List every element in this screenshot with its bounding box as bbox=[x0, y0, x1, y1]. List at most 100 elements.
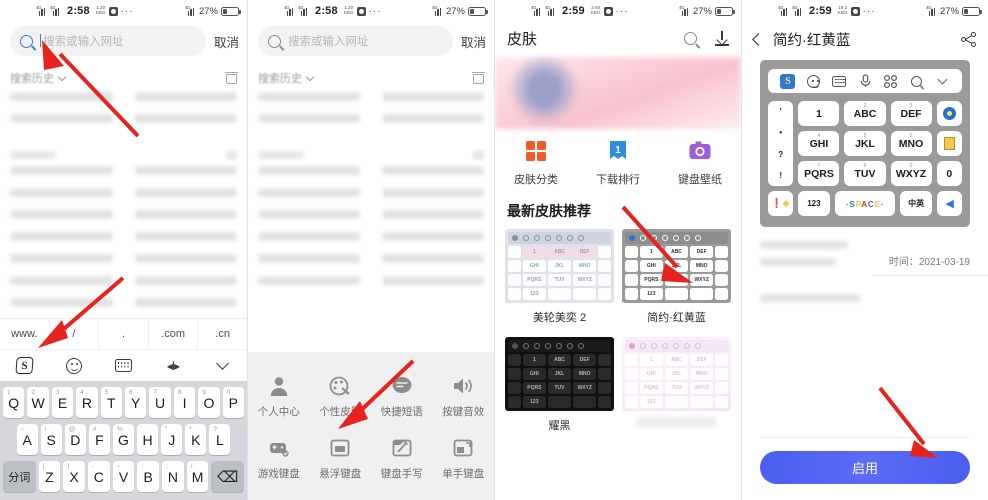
key-Y[interactable]: 6Y bbox=[125, 387, 147, 418]
back-chevron-icon[interactable] bbox=[752, 33, 765, 46]
skin-card[interactable]: 1 GHI PQRS 123 ABC JKL TUV DEF MNO WXYZ 耀黑 bbox=[505, 337, 614, 437]
history-row[interactable] bbox=[10, 276, 237, 285]
sogou-logo-icon[interactable]: S bbox=[0, 357, 49, 374]
history-row[interactable] bbox=[10, 188, 237, 197]
history-row[interactable] bbox=[10, 166, 237, 175]
signal-icon-2: 4G bbox=[792, 5, 803, 16]
menu-item-key-sound[interactable]: 按键音效 bbox=[433, 366, 495, 428]
download-icon[interactable] bbox=[715, 31, 729, 46]
key-V[interactable]: ~ V bbox=[112, 461, 135, 492]
key-T[interactable]: 5T bbox=[100, 387, 122, 418]
preview-key-ABC: 2 ABC bbox=[844, 101, 886, 126]
menu-item-one-hand-keyboard[interactable]: 单手键盘 bbox=[433, 428, 495, 490]
key-O[interactable]: 9O bbox=[198, 387, 220, 418]
key-G[interactable]: % G bbox=[112, 424, 135, 455]
key-X[interactable]: ) X bbox=[63, 461, 85, 492]
menu-item-handwriting[interactable]: 键盘手写 bbox=[371, 428, 433, 490]
url-shortcut[interactable]: .com bbox=[149, 319, 199, 349]
cancel-button[interactable]: 取消 bbox=[461, 32, 486, 51]
skin-name: 耀黑 bbox=[548, 420, 571, 432]
history-row[interactable] bbox=[258, 232, 484, 241]
preview-key-1: 1 bbox=[798, 101, 840, 126]
key-A[interactable]: ~ A bbox=[16, 424, 38, 455]
history-row[interactable] bbox=[258, 254, 484, 263]
emoji-icon[interactable] bbox=[49, 357, 98, 374]
skin-card[interactable]: 1 GHI PQRS 123 ABC JKL TUV DEF MNO WXYZ 美轮美奕 2 bbox=[505, 229, 614, 329]
history-row[interactable] bbox=[10, 210, 237, 219]
key-C[interactable]: -C bbox=[87, 461, 110, 492]
chevron-down-icon[interactable] bbox=[57, 72, 67, 81]
chevron-down-icon[interactable] bbox=[198, 357, 247, 372]
wifi-icon: 4G bbox=[432, 5, 443, 16]
category-skin-classification[interactable]: 皮肤分类 bbox=[495, 139, 577, 187]
enable-button[interactable]: 启用 bbox=[760, 451, 970, 484]
search-input[interactable]: 搜索或输入网址 bbox=[10, 26, 206, 56]
key-L[interactable]: ? L bbox=[209, 424, 231, 455]
search-icon[interactable] bbox=[684, 32, 697, 45]
key-Q[interactable]: 1Q bbox=[2, 387, 25, 418]
menu-item-game-keyboard[interactable]: 游戏键盘 bbox=[248, 428, 310, 490]
key-N[interactable]: ; N bbox=[162, 461, 184, 492]
key-M[interactable]: / M bbox=[186, 461, 209, 492]
promo-banner[interactable] bbox=[495, 57, 741, 129]
url-shortcut[interactable]: / bbox=[50, 319, 100, 349]
key-U[interactable]: 7U bbox=[149, 387, 171, 418]
mini-key bbox=[715, 260, 729, 272]
search-bar: 搜索或输入网址 取消 bbox=[248, 22, 494, 66]
menu-item-quick-phrase[interactable]: 快捷短语 bbox=[371, 366, 433, 428]
url-shortcut[interactable]: . bbox=[99, 319, 149, 349]
history-row[interactable] bbox=[10, 254, 237, 263]
history-row[interactable] bbox=[258, 166, 484, 175]
share-icon[interactable] bbox=[961, 32, 976, 47]
skin-card[interactable]: 1 GHI PQRS 123 ABC JKL TUV DEF MNO WXYZ bbox=[622, 337, 731, 437]
search-input[interactable]: 搜索或输入网址 bbox=[258, 26, 453, 56]
battery-percent: 27% bbox=[198, 5, 218, 17]
url-shortcut[interactable]: www. bbox=[0, 319, 50, 349]
clear-history-button[interactable] bbox=[472, 72, 485, 84]
history-row[interactable] bbox=[10, 298, 237, 307]
key-P[interactable]: 0P bbox=[222, 387, 245, 418]
key-W[interactable]: 2W bbox=[27, 387, 49, 418]
menu-item-personal-center[interactable]: 个人中心 bbox=[248, 366, 310, 428]
key-Z[interactable]: (Z bbox=[38, 461, 61, 492]
chevron-down-icon[interactable] bbox=[305, 72, 315, 81]
history-row[interactable] bbox=[258, 92, 484, 101]
clear-history-button[interactable] bbox=[225, 72, 238, 84]
history-row[interactable] bbox=[258, 114, 484, 123]
key-I[interactable]: 8I bbox=[173, 387, 196, 418]
keyboard-icon[interactable] bbox=[99, 359, 148, 372]
cancel-button[interactable]: 取消 bbox=[214, 32, 239, 51]
url-shortcut[interactable]: .cn bbox=[198, 319, 247, 349]
menu-item-label: 快捷短语 bbox=[380, 406, 423, 418]
preview-key-TUV: 8 TUV bbox=[844, 161, 886, 186]
category-keyboard-wallpaper[interactable]: 键盘壁纸 bbox=[659, 139, 741, 187]
history-row[interactable] bbox=[258, 210, 484, 219]
clear-section-button[interactable] bbox=[226, 150, 237, 160]
menu-item-personal-skin[interactable]: 个性皮肤 bbox=[310, 366, 372, 428]
mini-toolbar bbox=[508, 232, 611, 244]
sogou-logo-icon: S bbox=[775, 73, 801, 89]
cursor-move-icon[interactable]: ◂I▸ bbox=[148, 359, 197, 373]
skin-card[interactable]: 1 GHI PQRS 123 ABC JKL TUV DEF MNO WXYZ 简约·红黄蓝 bbox=[622, 229, 731, 329]
history-row[interactable] bbox=[10, 232, 237, 241]
key-backspace[interactable]: ⌫ bbox=[211, 461, 245, 492]
history-row[interactable] bbox=[10, 114, 237, 123]
key-D[interactable]: @ D bbox=[64, 424, 86, 455]
history-row[interactable] bbox=[258, 276, 484, 285]
history-row[interactable] bbox=[258, 188, 484, 197]
menu-item-floating-keyboard[interactable]: 悬浮键盘 bbox=[310, 428, 372, 490]
skin-store-header: 皮肤 bbox=[495, 22, 741, 57]
key-J[interactable]: " J bbox=[161, 424, 183, 455]
key-E[interactable]: 3E bbox=[51, 387, 74, 418]
key-B[interactable]: :B bbox=[137, 461, 160, 492]
key-R[interactable]: 4R bbox=[76, 387, 98, 418]
category-download-ranking[interactable]: 1 下载排行 bbox=[577, 139, 659, 187]
key-segment[interactable]: 分词 bbox=[3, 461, 36, 492]
clear-section-button[interactable] bbox=[473, 150, 484, 160]
key-H[interactable]: ´ H bbox=[137, 424, 159, 455]
key-S[interactable]: ! S bbox=[40, 424, 62, 455]
history-row[interactable] bbox=[10, 92, 237, 101]
key-F[interactable]: # F bbox=[88, 424, 110, 455]
mini-key bbox=[715, 274, 729, 286]
key-K[interactable]: * K bbox=[185, 424, 207, 455]
